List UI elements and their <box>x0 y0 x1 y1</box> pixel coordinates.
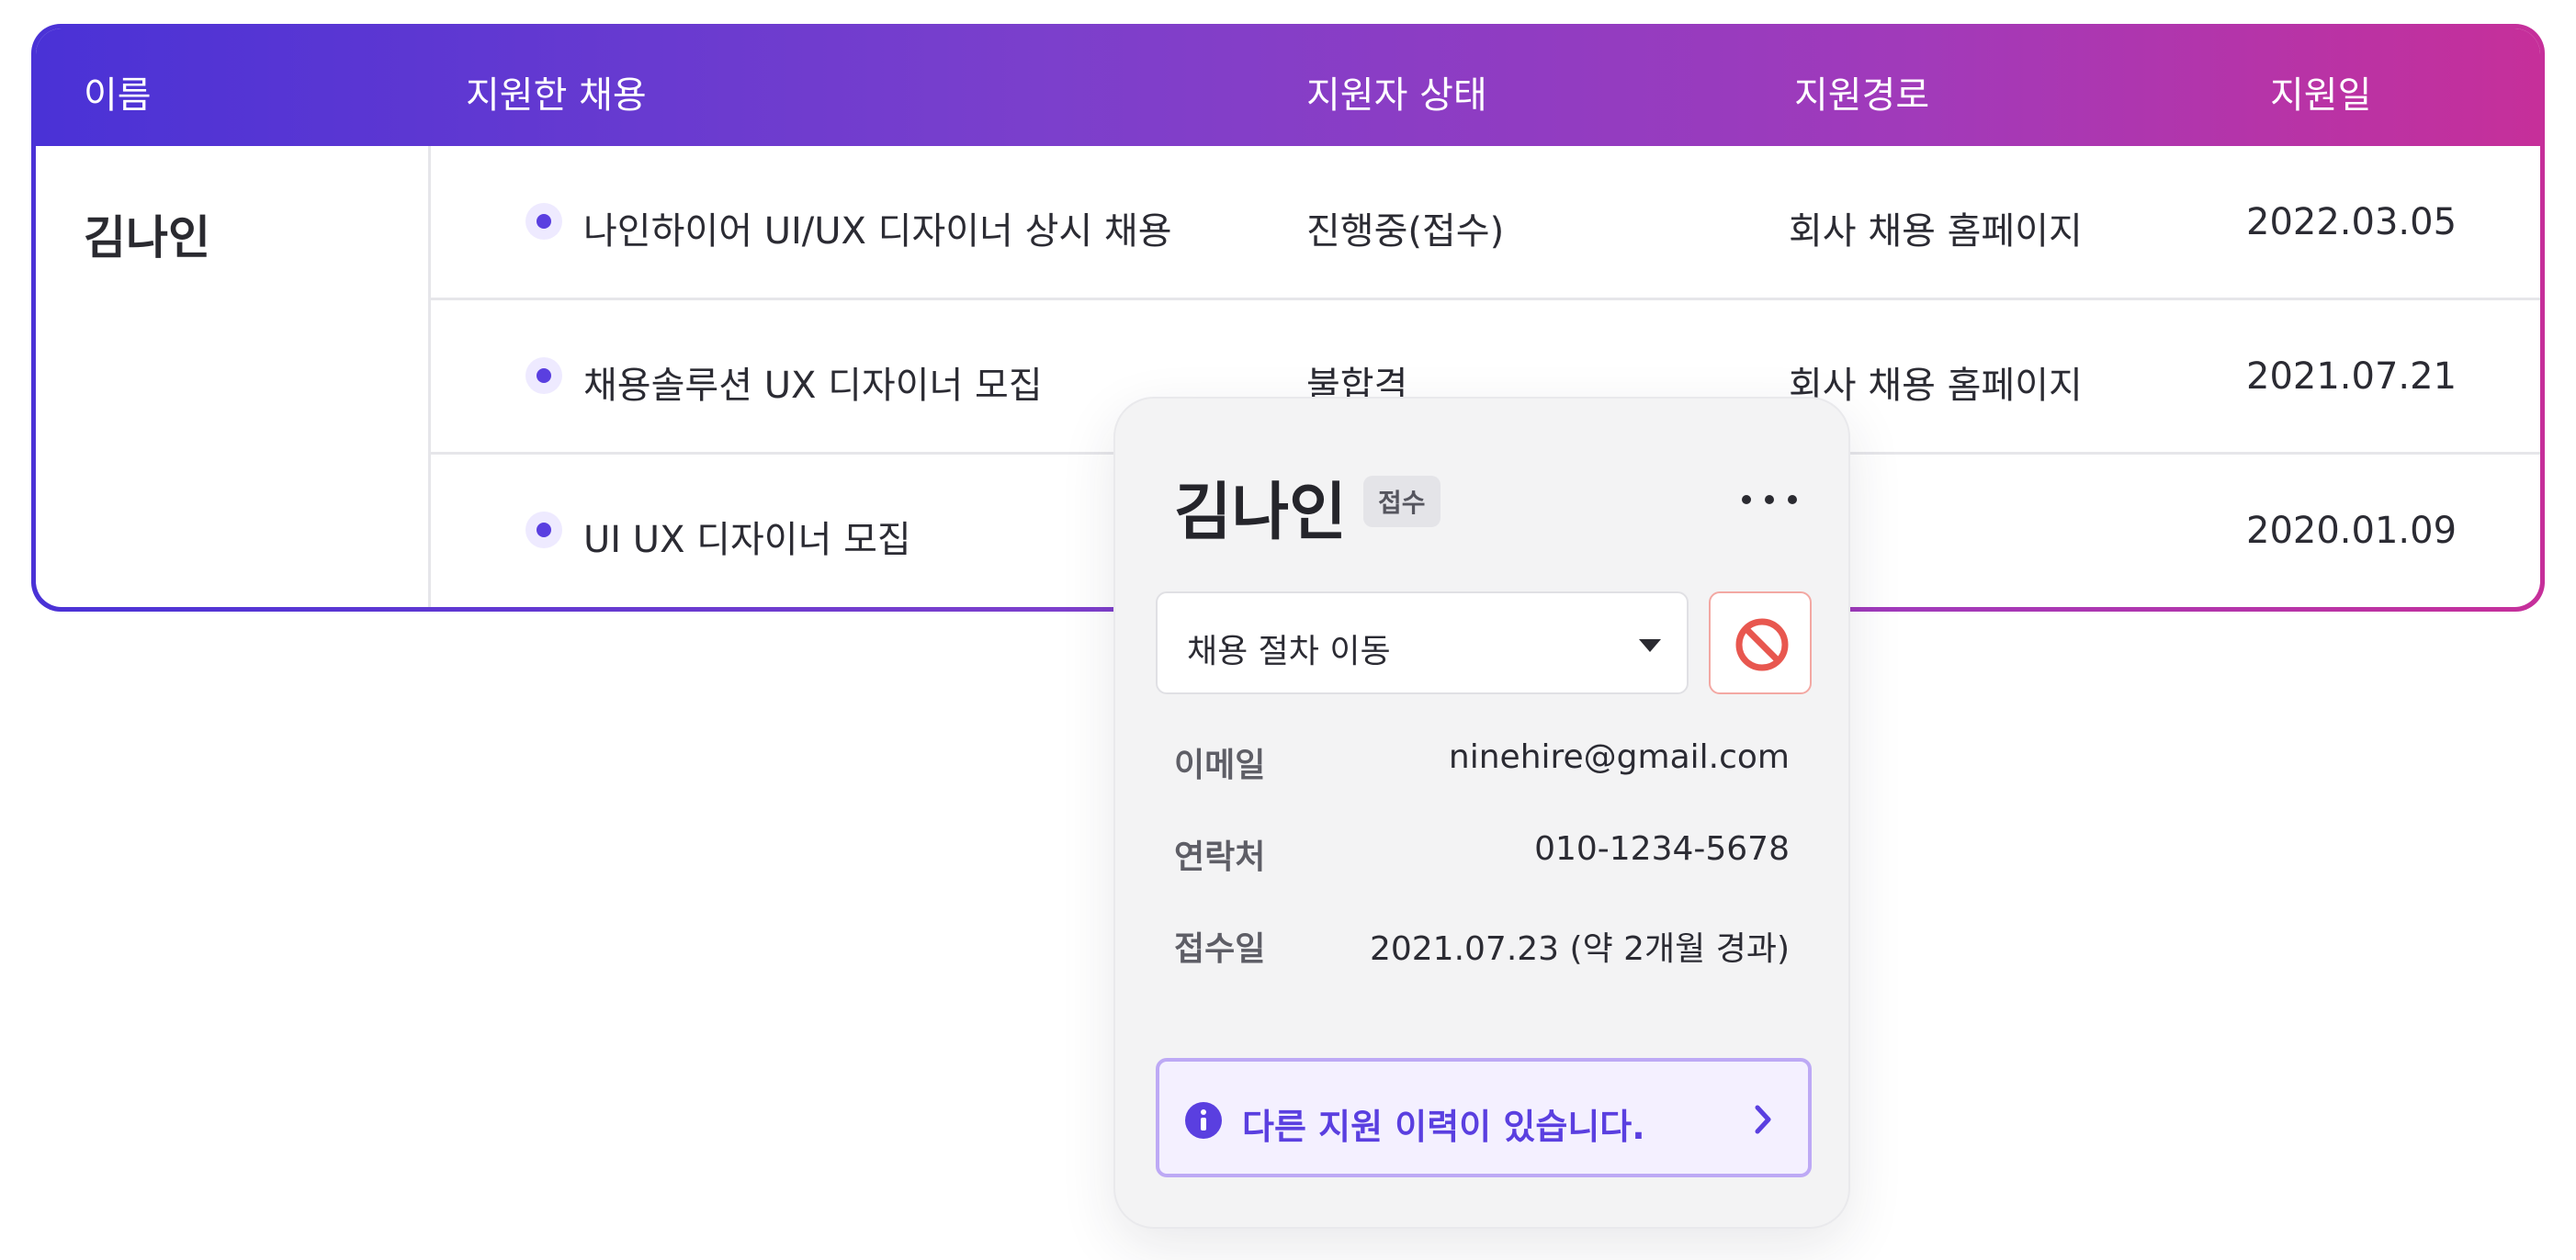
status-badge: 접수 <box>1363 476 1441 527</box>
header-date: 지원일 <box>2270 74 2372 117</box>
chevron-right-icon <box>1755 1105 1771 1134</box>
info-label: 접수일 <box>1174 930 1266 968</box>
table-header: 이름 지원한 채용 지원자 상태 지원경로 지원일 <box>36 28 2540 146</box>
info-label: 연락처 <box>1174 838 1266 876</box>
block-icon <box>1735 618 1789 671</box>
phone-value: 010-1234-5678 <box>1534 830 1790 868</box>
info-row-email: 이메일 ninehire@gmail.com <box>1174 738 1790 784</box>
application-source: 회사 채용 홈페이지 <box>1789 210 2083 253</box>
table-row[interactable]: 나인하이어 UI/UX 디자이너 상시 채용 진행중(접수) 회사 채용 홈페이… <box>431 146 2540 300</box>
job-title[interactable]: 채용솔루션 UX 디자이너 모집 <box>583 355 1043 409</box>
application-date: 2020.01.09 <box>2246 510 2457 552</box>
received-date-value: 2021.07.23 (약 2개월 경과) <box>1369 930 1790 968</box>
applicant-popup-card: 김나인 접수 채용 절차 이동 이메일 ninehire@gmail.com 연… <box>1113 397 1850 1229</box>
info-row-phone: 연락처 010-1234-5678 <box>1174 830 1790 876</box>
info-row-received: 접수일 2021.07.23 (약 2개월 경과) <box>1174 922 1790 968</box>
header-job: 지원한 채용 <box>466 74 647 117</box>
header-source: 지원경로 <box>1794 74 1930 117</box>
application-date: 2021.07.21 <box>2246 355 2457 398</box>
recruitment-step-select[interactable]: 채용 절차 이동 <box>1156 591 1689 694</box>
applicant-screen: 이름 지원한 채용 지원자 상태 지원경로 지원일 김나인 나인하이어 UI/U… <box>0 0 2576 1260</box>
select-label: 채용 절차 이동 <box>1187 633 1391 670</box>
applicant-status: 진행중(접수) <box>1306 210 1505 253</box>
bullet-dot-icon <box>525 357 562 394</box>
application-date: 2022.03.05 <box>2246 201 2457 243</box>
caret-down-icon <box>1639 639 1661 652</box>
name-column: 김나인 <box>36 146 431 607</box>
more-horizontal-icon[interactable] <box>1742 490 1797 509</box>
header-name: 이름 <box>84 74 152 117</box>
bullet-dot-icon <box>525 512 562 548</box>
card-applicant-name: 김나인 <box>1174 477 1347 549</box>
applicant-name[interactable]: 김나인 <box>84 201 210 267</box>
application-source: 회사 채용 홈페이지 <box>1789 365 2083 407</box>
job-title[interactable]: UI UX 디자이너 모집 <box>583 510 911 563</box>
notice-text: 다른 지원 이력이 있습니다. <box>1242 1107 1645 1147</box>
block-button[interactable] <box>1709 591 1812 694</box>
header-status: 지원자 상태 <box>1306 74 1487 117</box>
email-value[interactable]: ninehire@gmail.com <box>1449 738 1790 776</box>
job-title[interactable]: 나인하이어 UI/UX 디자이너 상시 채용 <box>583 201 1172 254</box>
other-applications-notice[interactable]: 다른 지원 이력이 있습니다. <box>1156 1058 1812 1177</box>
bullet-dot-icon <box>525 203 562 240</box>
info-icon <box>1185 1102 1222 1139</box>
info-label: 이메일 <box>1174 747 1266 784</box>
